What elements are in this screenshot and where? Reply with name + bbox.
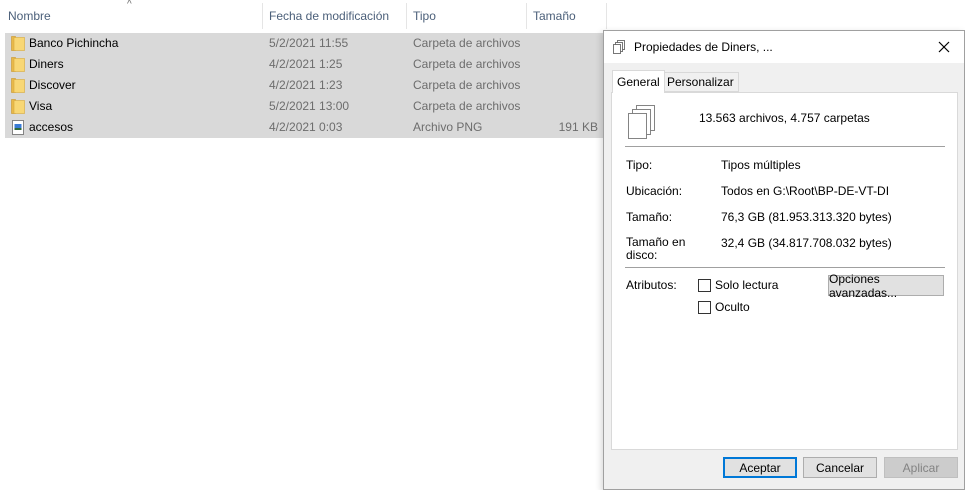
size-on-disk-value: 32,4 GB (34.817.708.032 bytes)	[721, 236, 892, 250]
file-type: Carpeta de archivos	[413, 57, 521, 71]
folder-icon	[11, 78, 25, 93]
file-type: Carpeta de archivos	[413, 99, 521, 113]
close-button[interactable]	[924, 31, 964, 63]
file-name: accesos	[29, 120, 74, 134]
folder-icon	[11, 99, 25, 114]
file-name: Diners	[29, 57, 64, 71]
file-name: Visa	[29, 99, 53, 113]
location-value: Todos en G:\Root\BP-DE-VT-DI	[721, 184, 890, 198]
close-icon	[938, 41, 950, 53]
dialog-title: Propiedades de Diners, ...	[634, 40, 773, 54]
read-only-checkbox[interactable]	[698, 278, 711, 292]
file-row[interactable]: Visa 5/2/2021 13:00 Carpeta de archivos	[5, 96, 604, 117]
size-on-disk-label-line2: disco:	[626, 248, 658, 262]
type-label: Tipo:	[626, 158, 653, 172]
file-modified: 5/2/2021 13:00	[269, 99, 350, 113]
file-modified: 4/2/2021 1:23	[269, 78, 343, 92]
type-value: Tipos múltiples	[721, 158, 801, 172]
size-label: Tamaño:	[626, 210, 673, 224]
column-header-modified-label: Fecha de modificación	[269, 8, 390, 23]
attributes-label: Atributos:	[626, 278, 677, 292]
multiple-files-icon	[613, 40, 625, 54]
column-header-type[interactable]: Tipo	[406, 0, 526, 31]
file-row[interactable]: accesos 4/2/2021 0:03 Archivo PNG 191 KB	[5, 117, 604, 138]
png-file-icon	[12, 120, 24, 135]
file-name: Discover	[29, 78, 76, 92]
column-header-size-label: Tamaño	[533, 8, 576, 23]
file-type: Carpeta de archivos	[413, 36, 521, 50]
file-type: Archivo PNG	[413, 120, 483, 134]
column-header-size[interactable]: Tamaño	[526, 0, 606, 31]
file-row[interactable]: Discover 4/2/2021 1:23 Carpeta de archiv…	[5, 75, 604, 96]
folder-icon	[11, 36, 25, 51]
column-header-modified[interactable]: Fecha de modificación	[262, 0, 406, 31]
read-only-label: Solo lectura	[715, 278, 779, 292]
folder-icon	[11, 57, 25, 72]
location-label: Ubicación:	[626, 184, 683, 198]
tab-general[interactable]: General	[612, 70, 665, 93]
file-list-pane: ^ Nombre Fecha de modificación Tipo Tama…	[0, 0, 607, 490]
column-header-name-label: Nombre	[8, 8, 51, 23]
properties-dialog: Propiedades de Diners, ... General Perso…	[603, 30, 965, 490]
hidden-checkbox-row[interactable]: Oculto	[698, 300, 750, 314]
column-divider[interactable]	[606, 3, 607, 29]
file-name: Banco Pichincha	[29, 36, 119, 50]
read-only-checkbox-row[interactable]: Solo lectura	[698, 278, 778, 292]
size-value: 76,3 GB (81.953.313.320 bytes)	[721, 210, 892, 224]
hidden-checkbox[interactable]	[698, 300, 711, 314]
file-row[interactable]: Banco Pichincha 5/2/2021 11:55 Carpeta d…	[5, 33, 604, 54]
selection-summary: 13.563 archivos, 4.757 carpetas	[699, 111, 870, 125]
size-on-disk-label-line1: Tamaño en	[626, 235, 686, 249]
hidden-label: Oculto	[715, 300, 750, 314]
tab-personalizar[interactable]: Personalizar	[662, 72, 739, 92]
tab-general-label: General	[617, 75, 660, 89]
general-tab-panel: 13.563 archivos, 4.757 carpetas Tipo: Ti…	[611, 92, 958, 450]
column-header-name[interactable]: Nombre	[0, 0, 262, 31]
cancel-button[interactable]: Cancelar	[803, 457, 877, 478]
column-header-type-label: Tipo	[413, 8, 436, 23]
file-modified: 5/2/2021 11:55	[269, 36, 349, 50]
file-modified: 4/2/2021 0:03	[269, 120, 343, 134]
divider	[625, 146, 945, 147]
file-size: 191 KB	[558, 120, 598, 134]
file-row[interactable]: Diners 4/2/2021 1:25 Carpeta de archivos	[5, 54, 604, 75]
apply-button[interactable]: Aplicar	[884, 457, 958, 478]
file-type: Carpeta de archivos	[413, 78, 521, 92]
multiple-files-icon	[628, 105, 655, 139]
tab-personalizar-label: Personalizar	[667, 75, 734, 89]
ok-button[interactable]: Aceptar	[723, 457, 797, 478]
file-modified: 4/2/2021 1:25	[269, 57, 343, 71]
dialog-titlebar[interactable]: Propiedades de Diners, ...	[604, 31, 964, 63]
advanced-options-button[interactable]: Opciones avanzadas...	[828, 272, 944, 300]
divider	[625, 267, 945, 268]
